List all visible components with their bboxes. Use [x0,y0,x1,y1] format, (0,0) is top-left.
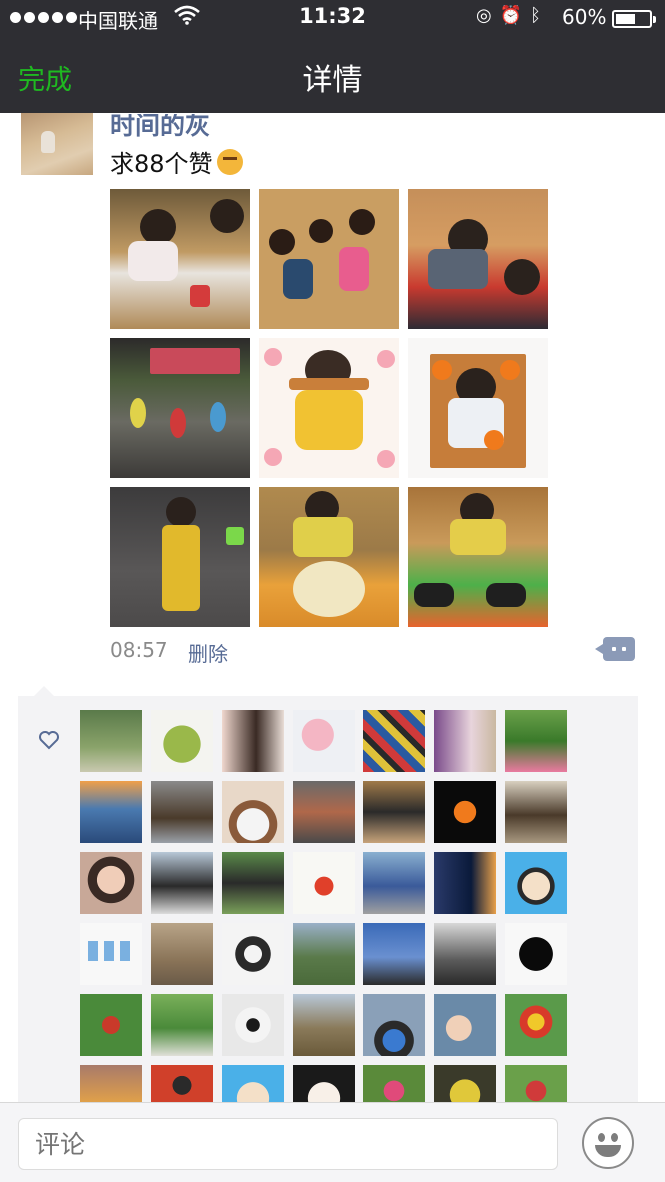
status-bar: 中国联通 11:32 ◎⏰ᛒ 60% [0,0,665,36]
post-photo-4[interactable] [110,338,250,478]
like-avatar[interactable] [363,1065,425,1102]
like-avatar[interactable] [505,923,567,985]
like-avatar[interactable] [293,781,355,843]
battery-icon [612,10,656,28]
like-avatar[interactable] [293,923,355,985]
like-avatar[interactable] [151,923,213,985]
alarm-icon: ⏰ [499,5,531,26]
like-avatar[interactable] [80,781,142,843]
like-avatar[interactable] [80,852,142,914]
like-avatar[interactable] [151,994,213,1056]
post-content: 求88个赞 [110,144,243,179]
heart-outline-icon [38,730,60,756]
like-avatar[interactable] [505,994,567,1056]
like-avatar[interactable] [505,710,567,772]
like-avatar[interactable] [151,710,213,772]
battery-percent: 60% [562,5,607,29]
post-photo-8[interactable] [259,487,399,627]
post-text: 求88个赞 [110,150,213,178]
poster-avatar[interactable] [21,113,93,175]
comment-bar [0,1102,665,1182]
like-avatar[interactable] [293,994,355,1056]
like-avatar[interactable] [293,852,355,914]
comment-options-icon[interactable] [595,637,635,661]
status-icons: ◎⏰ᛒ [476,5,549,26]
post-photo-7[interactable] [110,487,250,627]
rotation-lock-icon: ◎ [476,5,500,26]
like-avatar[interactable] [222,994,284,1056]
like-avatar[interactable] [363,923,425,985]
delete-button[interactable]: 删除 [188,638,228,667]
like-avatar[interactable] [80,923,142,985]
like-avatar[interactable] [363,994,425,1056]
post-photo-5[interactable] [259,338,399,478]
like-avatar[interactable] [434,994,496,1056]
like-avatar[interactable] [434,710,496,772]
like-avatar[interactable] [222,781,284,843]
like-avatar[interactable] [80,710,142,772]
top-bar: 中国联通 11:32 ◎⏰ᛒ 60% 完成 详情 [0,0,665,113]
post-photo-6[interactable] [408,338,548,478]
like-avatar[interactable] [363,710,425,772]
like-avatar[interactable] [434,852,496,914]
comment-input[interactable] [18,1118,558,1170]
post-photo-2[interactable] [259,189,399,329]
post-time: 08:57 [110,638,168,662]
like-avatar[interactable] [434,781,496,843]
like-avatar[interactable] [222,710,284,772]
likes-pointer [34,686,54,696]
page-title: 详情 [302,63,363,98]
like-avatar[interactable] [505,852,567,914]
like-avatar[interactable] [293,1065,355,1102]
like-avatar[interactable] [363,781,425,843]
like-avatar[interactable] [293,710,355,772]
like-avatar[interactable] [80,994,142,1056]
like-avatar[interactable] [222,923,284,985]
like-avatar[interactable] [222,1065,284,1102]
smiley-face-icon[interactable] [582,1117,634,1169]
post-photo-9[interactable] [408,487,548,627]
like-avatar[interactable] [151,852,213,914]
post-photo-1[interactable] [110,189,250,329]
like-avatar[interactable] [505,1065,567,1102]
like-avatar[interactable] [505,781,567,843]
like-avatar[interactable] [434,1065,496,1102]
like-avatar[interactable] [80,1065,142,1102]
like-avatar[interactable] [222,852,284,914]
bluetooth-icon: ᛒ [530,5,549,26]
like-avatar[interactable] [363,852,425,914]
post-photo-3[interactable] [408,189,548,329]
like-avatar[interactable] [151,1065,213,1102]
sweat-emoji-icon [216,149,243,175]
like-avatar[interactable] [434,923,496,985]
like-avatar[interactable] [151,781,213,843]
